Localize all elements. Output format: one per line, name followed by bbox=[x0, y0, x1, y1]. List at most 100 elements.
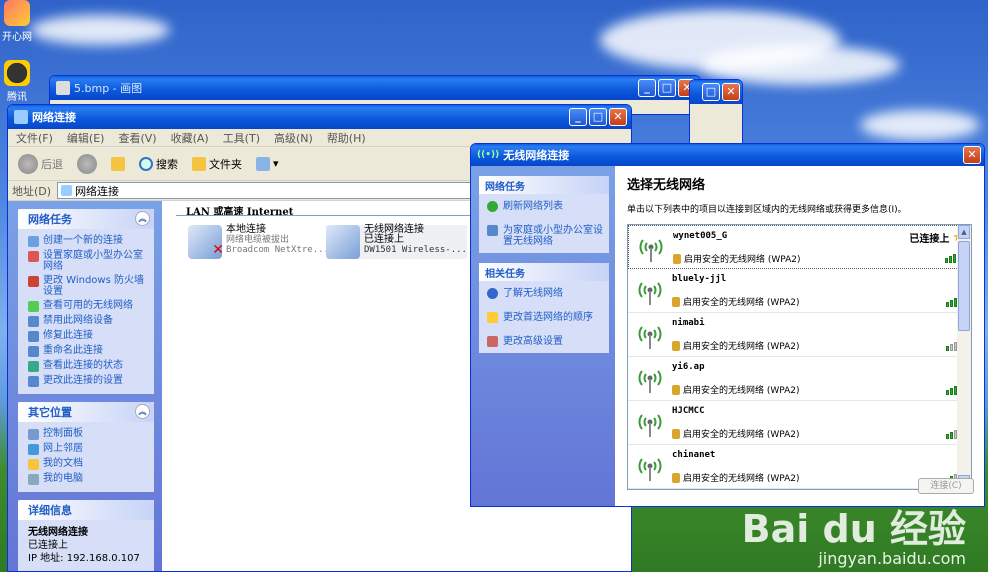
minimize-button[interactable]: _ bbox=[638, 79, 656, 97]
wifi-titlebar[interactable]: ((•)) 无线网络连接 ✕ bbox=[471, 144, 984, 166]
place-label: 控制面板 bbox=[43, 428, 83, 439]
close-button[interactable]: ✕ bbox=[722, 83, 740, 101]
network-item[interactable]: bluely-jjl 启用安全的无线网络 (WPA2) bbox=[628, 269, 971, 313]
forward-button[interactable] bbox=[73, 152, 101, 176]
background-titlebar[interactable]: □ ✕ bbox=[690, 80, 742, 104]
security-label: 启用安全的无线网络 (WPA2) bbox=[683, 430, 800, 440]
back-button[interactable]: 后退 bbox=[14, 152, 67, 176]
menu-advanced[interactable]: 高级(N) bbox=[274, 130, 313, 146]
task-firewall[interactable]: 更改 Windows 防火墙设置 bbox=[18, 273, 154, 298]
views-icon bbox=[256, 156, 270, 171]
network-security: 启用安全的无线网络 (WPA2) bbox=[672, 295, 800, 308]
maximize-button[interactable]: □ bbox=[658, 79, 676, 97]
signal-bar bbox=[950, 300, 953, 307]
task-view-wireless[interactable]: 查看可用的无线网络 bbox=[18, 298, 154, 313]
wireless-title-icon: ((•)) bbox=[477, 150, 500, 160]
network-ssid: wynet005_G bbox=[673, 231, 728, 241]
task-label: 创建一个新的连接 bbox=[43, 235, 123, 246]
network-icon bbox=[14, 110, 28, 124]
views-button[interactable]: ▾ bbox=[252, 155, 283, 173]
place-network-neighborhood[interactable]: 网上邻居 bbox=[18, 441, 154, 456]
other-places-header[interactable]: 其它位置 ︽ bbox=[18, 402, 154, 422]
menu-view[interactable]: 查看(V) bbox=[118, 130, 156, 146]
task-change-settings[interactable]: 更改此连接的设置 bbox=[18, 373, 154, 388]
signal-bar bbox=[949, 256, 952, 263]
connection-device: DW1501 Wireless-... bbox=[364, 245, 467, 255]
close-button[interactable]: ✕ bbox=[609, 108, 627, 126]
network-ssid: nimabi bbox=[672, 318, 705, 328]
panel-title: 网络任务 bbox=[28, 213, 72, 226]
connection-wireless[interactable]: 无线网络连接 已连接上 DW1501 Wireless-... bbox=[326, 225, 467, 259]
task-create-connection[interactable]: 创建一个新的连接 bbox=[18, 233, 154, 248]
change-preferred-order[interactable]: 更改首选网络的顺序 bbox=[479, 305, 609, 329]
menu-edit[interactable]: 编辑(E) bbox=[67, 130, 105, 146]
paint-titlebar[interactable]: 5.bmp - 画图 _ □ ✕ bbox=[50, 76, 700, 100]
qq-penguin-icon bbox=[4, 60, 30, 86]
task-view-status[interactable]: 查看此连接的状态 bbox=[18, 358, 154, 373]
learn-wireless[interactable]: 了解无线网络 bbox=[479, 281, 609, 305]
wireless-antenna-icon bbox=[637, 234, 665, 264]
place-my-computer[interactable]: 我的电脑 bbox=[18, 471, 154, 486]
task-repair[interactable]: 修复此连接 bbox=[18, 328, 154, 343]
scroll-thumb[interactable] bbox=[958, 241, 970, 331]
watermark: Bai du 经验 jingyan.baidu.com bbox=[742, 509, 966, 568]
wireless-setup-icon bbox=[487, 225, 498, 236]
maximize-button[interactable]: □ bbox=[702, 83, 720, 101]
task-label: 更改首选网络的顺序 bbox=[503, 312, 593, 323]
folders-icon bbox=[192, 156, 206, 171]
place-control-panel[interactable]: 控制面板 bbox=[18, 426, 154, 441]
security-label: 启用安全的无线网络 (WPA2) bbox=[684, 255, 801, 265]
maximize-button[interactable]: □ bbox=[589, 108, 607, 126]
home-network-icon bbox=[28, 251, 39, 262]
search-button[interactable]: 搜索 bbox=[135, 154, 182, 174]
lock-icon bbox=[672, 296, 680, 307]
paint-icon bbox=[56, 81, 70, 95]
collapse-chevron-icon[interactable]: ︽ bbox=[135, 211, 150, 226]
minimize-button[interactable]: _ bbox=[569, 108, 587, 126]
network-security: 启用安全的无线网络 (WPA2) bbox=[673, 252, 801, 265]
panel-title: 其它位置 bbox=[28, 406, 72, 419]
setup-wireless-network[interactable]: 为家庭或小型办公室设置无线网络 bbox=[479, 218, 609, 253]
network-item[interactable]: yi6.ap 启用安全的无线网络 (WPA2) bbox=[628, 357, 971, 401]
close-button[interactable]: ✕ bbox=[963, 146, 981, 164]
menu-help[interactable]: 帮助(H) bbox=[327, 130, 366, 146]
wireless-antenna-icon bbox=[636, 453, 664, 483]
wireless-network-window[interactable]: ((•)) 无线网络连接 ✕ 网络任务 刷新网络列表 为家庭或小型办公室设置无线… bbox=[470, 143, 985, 507]
network-list-scrollbar[interactable]: ▲ ▼ bbox=[957, 225, 971, 489]
folder-up-icon bbox=[111, 156, 125, 171]
group-divider bbox=[176, 215, 476, 216]
new-connection-icon bbox=[28, 236, 39, 247]
change-advanced-settings[interactable]: 更改高级设置 bbox=[479, 329, 609, 353]
connected-label: 已连接上 bbox=[909, 234, 950, 245]
menu-file[interactable]: 文件(F) bbox=[16, 130, 53, 146]
task-rename[interactable]: 重命名此连接 bbox=[18, 343, 154, 358]
lock-icon bbox=[672, 472, 680, 483]
task-setup-home-network[interactable]: 设置家庭或小型办公室网络 bbox=[18, 248, 154, 273]
wireless-icon bbox=[28, 301, 39, 312]
network-list[interactable]: wynet005_G 启用安全的无线网络 (WPA2) 已连接上★ bluely-jj… bbox=[627, 224, 972, 490]
desktop-icon-kaixin[interactable]: 开心网 bbox=[0, 0, 34, 43]
network-tasks-header[interactable]: 网络任务 ︽ bbox=[18, 209, 154, 229]
refresh-network-list[interactable]: 刷新网络列表 bbox=[479, 194, 609, 218]
place-label: 网上邻居 bbox=[43, 443, 83, 454]
connection-status: 已连接上 bbox=[364, 234, 404, 245]
network-item[interactable]: wynet005_G 启用安全的无线网络 (WPA2) 已连接上★ bbox=[628, 225, 971, 269]
network-ssid: chinanet bbox=[672, 450, 716, 460]
connection-local[interactable]: ✕ 本地连接 网络电缆被拔出 Broadcom NetXtre... bbox=[188, 225, 329, 259]
signal-bar bbox=[945, 258, 948, 263]
choose-network-description: 单击以下列表中的项目以连接到区域内的无线网络或获得更多信息(I)。 bbox=[627, 205, 907, 215]
network-item[interactable]: HJCMCC 启用安全的无线网络 (WPA2) bbox=[628, 401, 971, 445]
up-button[interactable] bbox=[107, 155, 129, 173]
net-titlebar[interactable]: 网络连接 _ □ ✕ bbox=[8, 105, 631, 129]
scroll-up-arrow[interactable]: ▲ bbox=[958, 225, 970, 239]
folders-button[interactable]: 文件夹 bbox=[188, 154, 246, 174]
task-disable-device[interactable]: 禁用此网络设备 bbox=[18, 313, 154, 328]
connect-button[interactable]: 连接(C) bbox=[918, 478, 974, 494]
network-item[interactable]: nimabi 启用安全的无线网络 (WPA2) bbox=[628, 313, 971, 357]
details-header[interactable]: 详细信息 bbox=[18, 500, 154, 520]
place-my-documents[interactable]: 我的文档 bbox=[18, 456, 154, 471]
menu-favorites[interactable]: 收藏(A) bbox=[171, 130, 209, 146]
menu-tools[interactable]: 工具(T) bbox=[223, 130, 260, 146]
collapse-chevron-icon[interactable]: ︽ bbox=[135, 404, 150, 419]
background-window[interactable]: □ ✕ bbox=[689, 79, 743, 149]
